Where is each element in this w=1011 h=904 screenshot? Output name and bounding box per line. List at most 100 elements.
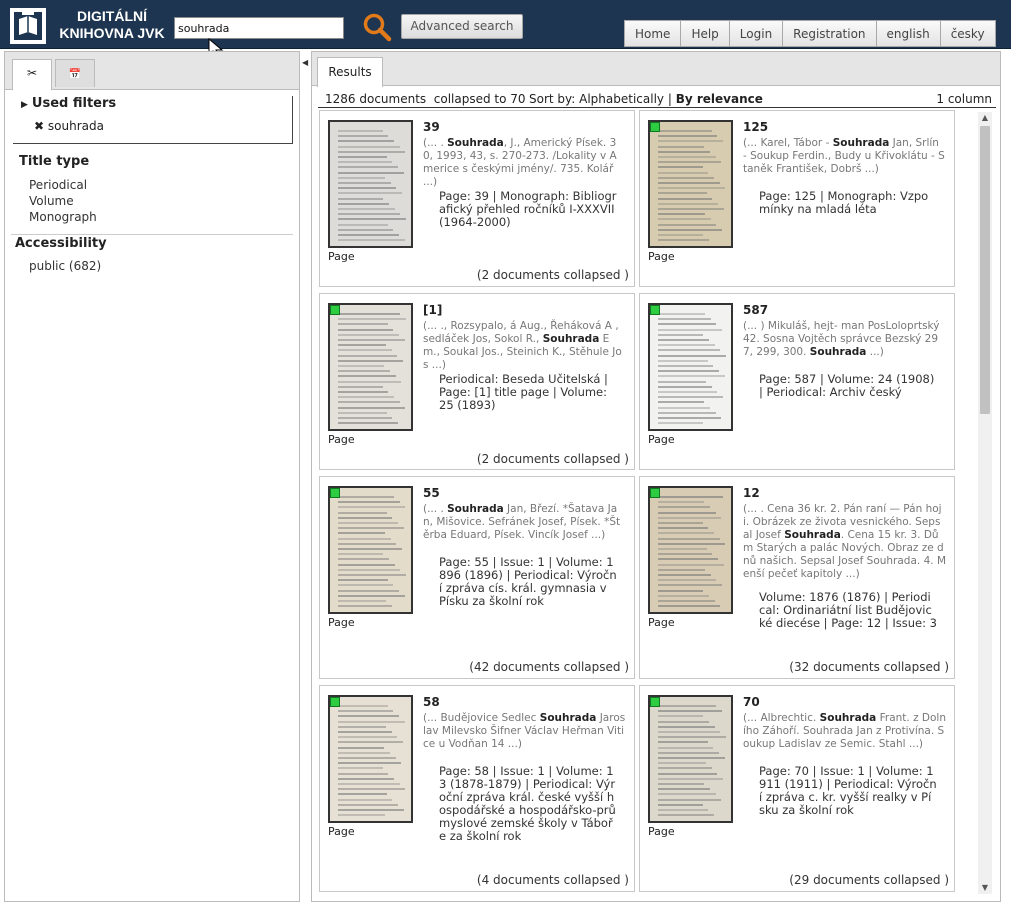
facet-item-volume[interactable]: Volume [29, 194, 74, 208]
result-card[interactable]: Page 58 (... Budějovice Sedlec Souhrada Ja… [319, 685, 635, 892]
scrollbar-thumb[interactable] [980, 126, 990, 414]
thumbnail-text-line [658, 202, 719, 205]
thumbnail-text-line [338, 380, 402, 383]
page-thumbnail[interactable] [328, 486, 413, 614]
result-title[interactable]: 12 [743, 486, 760, 500]
page-thumbnail[interactable] [328, 303, 413, 431]
thumbnail-text-line [658, 548, 707, 550]
tab-facets[interactable]: ✂ [12, 59, 52, 90]
thumbnail-text-line [338, 145, 400, 148]
result-title[interactable]: [1] [423, 303, 442, 317]
thumbnail-text-line [658, 182, 720, 184]
page-thumbnail[interactable] [648, 303, 733, 431]
sort-alphabetically[interactable]: Alphabetically [579, 92, 664, 106]
nav-help[interactable]: Help [680, 20, 729, 47]
results-scrollbar[interactable]: ▲ ▼ [978, 112, 992, 894]
page-thumbnail[interactable] [648, 120, 733, 248]
snippet-text-before: (... Budějovice Sedlec [423, 712, 540, 724]
page-thumbnail[interactable] [328, 120, 413, 248]
triangle-right-icon: ▶ [21, 100, 28, 110]
thumbnail-text-line [338, 605, 392, 608]
page-thumbnail[interactable] [648, 695, 733, 823]
result-card[interactable]: Page 39 (... . Souhrada, J., Americký Píse… [319, 110, 635, 287]
result-title[interactable]: 55 [423, 486, 440, 500]
thumbnail-text-line [658, 746, 714, 749]
collapsed-documents-link[interactable]: (29 documents collapsed ) [789, 873, 949, 887]
document-type-label: Page [328, 616, 355, 629]
thumbnail-text-line [338, 793, 387, 796]
thumbnail-text-line [658, 333, 704, 336]
page-thumbnail[interactable] [648, 486, 733, 614]
thumbnail-text-line [338, 401, 400, 404]
nav-lang-czech[interactable]: česky [939, 20, 996, 47]
result-card[interactable]: Page 70 (... Albrechtic. Souhrada Frant. z… [639, 685, 955, 892]
collapsed-documents-link[interactable]: (32 documents collapsed ) [789, 660, 949, 674]
active-filter[interactable]: ✖ souhrada [34, 119, 104, 133]
scroll-up-icon[interactable]: ▲ [978, 112, 992, 124]
collapsed-documents-link[interactable]: (2 documents collapsed ) [477, 452, 629, 466]
library-name[interactable]: DIGITÁLNÍ KNIHOVNA JVK [56, 8, 168, 42]
thumbnail-text-line [338, 197, 384, 200]
result-card[interactable]: Page 125 (... Karel, Tábor - Souhrada Jan,… [639, 110, 955, 287]
facet-item-periodical[interactable]: Periodical [29, 178, 87, 192]
result-title[interactable]: 587 [743, 303, 768, 317]
nav-home[interactable]: Home [624, 20, 681, 47]
snippet-highlight: Souhrada [447, 503, 504, 515]
thumbnail-text-line [338, 496, 394, 498]
search-icon[interactable] [361, 11, 393, 43]
thumbnail-text-line [338, 574, 407, 576]
thumbnail-text-line [338, 202, 390, 205]
column-layout-toggle[interactable]: 1 column [936, 92, 992, 106]
thumbnail-text-line [658, 166, 703, 169]
thumbnail-text-line [658, 406, 710, 409]
thumbnail-text-line [658, 161, 722, 164]
thumbnail-text-line [658, 171, 709, 174]
document-type-label: Page [328, 825, 355, 838]
collapsed-documents-link[interactable]: (4 documents collapsed ) [477, 873, 629, 887]
thumbnail-text-line [338, 182, 391, 184]
thumbnail-text-line [658, 375, 725, 378]
thumbnail-text-line [338, 522, 399, 524]
thumbnail-text-line [338, 506, 406, 509]
facet-item-monograph[interactable]: Monograph [29, 210, 97, 224]
page-thumbnail[interactable] [328, 695, 413, 823]
thumbnail-text-line [658, 725, 715, 728]
result-card[interactable]: Page 12 (... . Cena 36 kr. 2. Pán raní — P… [639, 476, 955, 679]
result-details: Page: 587 | Volume: 24 (1908) | Periodic… [759, 372, 935, 399]
thumbnail-text-line [338, 156, 387, 158]
thumbnail-text-line [338, 767, 383, 770]
thumbnail-text-line [658, 223, 717, 226]
nav-lang-english[interactable]: english [875, 20, 940, 47]
result-card[interactable]: Page 587 (... ) Mikuláš, hejt- man PosLolo… [639, 293, 955, 470]
calendar-icon: 📅 [68, 69, 82, 80]
result-card[interactable]: Page [1] (... ., Rozsypalo, á Aug., Řeháko… [319, 293, 635, 470]
results-toolbar: 1286 documents collapsed to 70 Sort by: … [318, 92, 996, 108]
search-input[interactable] [174, 17, 344, 39]
result-title[interactable]: 39 [423, 120, 440, 134]
tab-calendar[interactable]: 📅 [55, 59, 95, 87]
result-title[interactable]: 58 [423, 695, 440, 709]
sort-by-relevance[interactable]: By relevance [676, 92, 763, 106]
tab-results[interactable]: Results [317, 57, 383, 87]
remove-filter-icon[interactable]: ✖ [34, 119, 44, 133]
scroll-down-icon[interactable]: ▼ [978, 882, 992, 894]
thumbnail-text-line [658, 527, 709, 530]
collapse-panel-icon[interactable]: ◀ [302, 58, 310, 67]
result-title[interactable]: 70 [743, 695, 760, 709]
facet-item-public[interactable]: public (682) [29, 259, 101, 273]
library-logo-icon[interactable] [9, 7, 47, 45]
collapsed-documents-link[interactable]: (2 documents collapsed ) [477, 268, 629, 282]
nav-login[interactable]: Login [728, 20, 783, 47]
thumbnail-text-line [658, 328, 723, 331]
result-title[interactable]: 125 [743, 120, 768, 134]
thumbnail-text-line [658, 798, 722, 801]
used-filters-header[interactable]: ▶ Used filters [21, 96, 116, 111]
result-card[interactable]: Page 55 (... . Souhrada Jan, Březí. *Šatav… [319, 476, 635, 679]
advanced-search-button[interactable]: Advanced search [401, 14, 523, 39]
thumbnail-text-line [658, 793, 716, 796]
nav-registration[interactable]: Registration [782, 20, 876, 47]
collapsed-documents-link[interactable]: (42 documents collapsed ) [469, 660, 629, 674]
thumbnail-text-line [658, 767, 712, 770]
thumbnail-text-line [338, 354, 398, 357]
thumbnail-text-line [338, 772, 389, 775]
